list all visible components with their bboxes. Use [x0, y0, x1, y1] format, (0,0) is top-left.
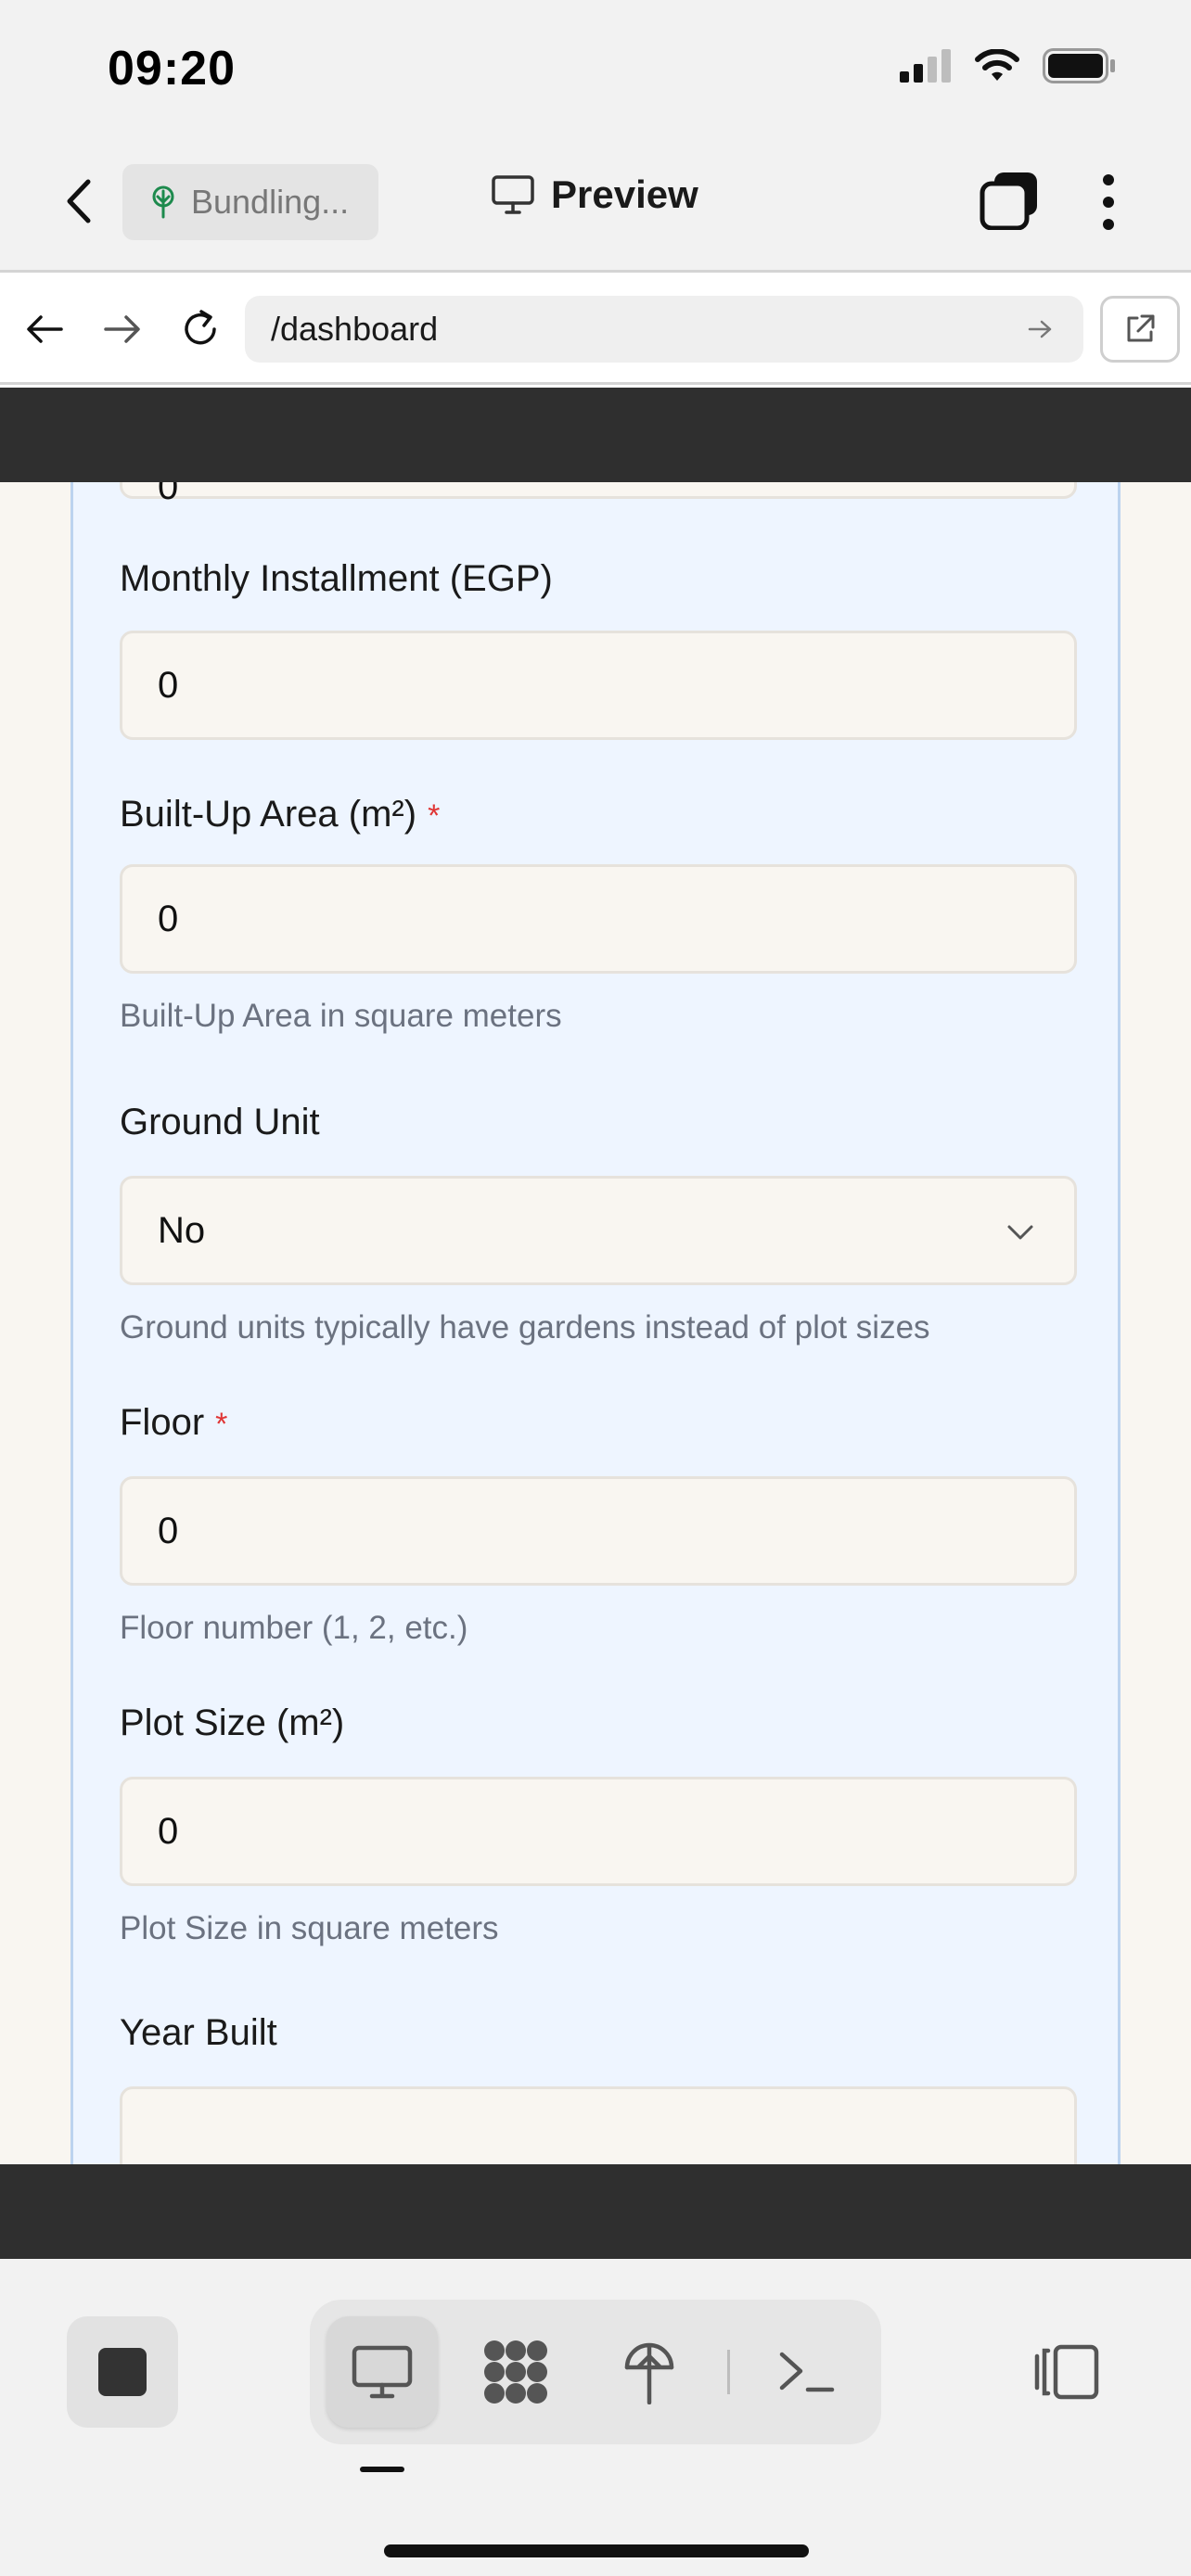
required-marker: *: [428, 798, 441, 834]
url-bar-row: /dashboard: [0, 275, 1191, 385]
side-panel-icon: [1034, 2344, 1099, 2400]
arrow-right-icon[interactable]: [1020, 309, 1061, 350]
grid-blob-icon: [484, 2340, 547, 2404]
status-icons: [900, 48, 1117, 83]
preview-frame-bottom: [0, 2164, 1191, 2259]
built-up-area-helper: Built-Up Area in square meters: [120, 998, 562, 1034]
tab-console[interactable]: [751, 2316, 863, 2428]
monthly-installment-value: 0: [158, 664, 179, 706]
ground-unit-label: Ground Unit: [120, 1102, 320, 1142]
nav-back-icon[interactable]: [19, 303, 70, 355]
plot-size-label: Plot Size (m²): [120, 1702, 345, 1743]
tabs-icon[interactable]: [980, 171, 1039, 230]
required-marker: *: [215, 1407, 228, 1442]
battery-icon: [1043, 48, 1115, 83]
bottom-toolbar: [0, 2259, 1191, 2576]
previous-input[interactable]: 0: [120, 482, 1077, 507]
plot-size-helper: Plot Size in square meters: [120, 1910, 499, 1946]
tab-preview[interactable]: [327, 2316, 438, 2428]
project-chip-label: Bundling...: [191, 183, 350, 221]
built-up-area-value: 0: [158, 898, 179, 939]
plot-size-input[interactable]: 0: [120, 1777, 1077, 1886]
view-switcher: [310, 2300, 881, 2444]
external-link-icon: [1127, 314, 1155, 342]
chevron-left-icon[interactable]: [58, 176, 98, 226]
floor-label-text: Floor: [120, 1402, 205, 1443]
panel-toggle-button[interactable]: [1031, 2340, 1102, 2404]
built-up-area-label: Built-Up Area (m²) *: [120, 794, 440, 835]
preview-frame-top: [0, 388, 1191, 482]
floor-input[interactable]: 0: [120, 1476, 1077, 1586]
preview-title: Preview: [492, 172, 698, 217]
home-indicator: [384, 2544, 809, 2557]
external-link-button[interactable]: [1100, 296, 1180, 363]
project-chip[interactable]: Bundling...: [122, 164, 378, 240]
app-header: Bundling... Preview: [0, 130, 1191, 273]
monitor-icon: [492, 175, 534, 214]
stop-button[interactable]: [67, 2316, 178, 2428]
plot-size-value: 0: [158, 1810, 179, 1852]
terminal-icon: [779, 2352, 835, 2392]
status-bar: 09:20: [0, 0, 1191, 130]
monitor-icon: [352, 2345, 413, 2399]
more-vertical-icon[interactable]: [1093, 174, 1124, 230]
built-up-area-input[interactable]: 0: [120, 864, 1077, 974]
chevron-down-icon: [1007, 1225, 1033, 1240]
ground-unit-select[interactable]: No: [120, 1176, 1077, 1285]
previous-input-value: 0: [158, 482, 179, 507]
reload-icon[interactable]: [174, 303, 226, 355]
ground-unit-value: No: [158, 1209, 206, 1251]
tab-canvas[interactable]: [460, 2316, 571, 2428]
tab-deploy[interactable]: [594, 2316, 705, 2428]
switcher-divider: [727, 2350, 730, 2394]
nav-forward-icon[interactable]: [96, 303, 148, 355]
active-tab-indicator: [360, 2467, 404, 2472]
form-card: 0 Monthly Installment (EGP) 0 Built-Up A…: [70, 482, 1121, 2164]
signal-icon: [900, 49, 951, 83]
stop-icon: [98, 2348, 147, 2396]
antenna-icon: [624, 2342, 674, 2404]
monthly-installment-label: Monthly Installment (EGP): [120, 558, 553, 599]
floor-label: Floor *: [120, 1402, 227, 1444]
status-time: 09:20: [108, 42, 236, 96]
tree-icon: [152, 185, 174, 219]
floor-value: 0: [158, 1510, 179, 1551]
year-built-label: Year Built: [120, 2012, 277, 2053]
built-up-area-label-text: Built-Up Area (m²): [120, 794, 417, 835]
year-built-input[interactable]: [120, 2086, 1077, 2164]
preview-viewport[interactable]: 0 Monthly Installment (EGP) 0 Built-Up A…: [0, 482, 1191, 2164]
floor-helper: Floor number (1, 2, etc.): [120, 1610, 468, 1646]
url-path: /dashboard: [271, 310, 439, 348]
preview-title-label: Preview: [551, 172, 698, 216]
ground-unit-helper: Ground units typically have gardens inst…: [120, 1309, 930, 1345]
monthly-installment-input[interactable]: 0: [120, 631, 1077, 740]
wifi-icon: [975, 49, 1019, 81]
url-input[interactable]: /dashboard: [245, 296, 1083, 363]
